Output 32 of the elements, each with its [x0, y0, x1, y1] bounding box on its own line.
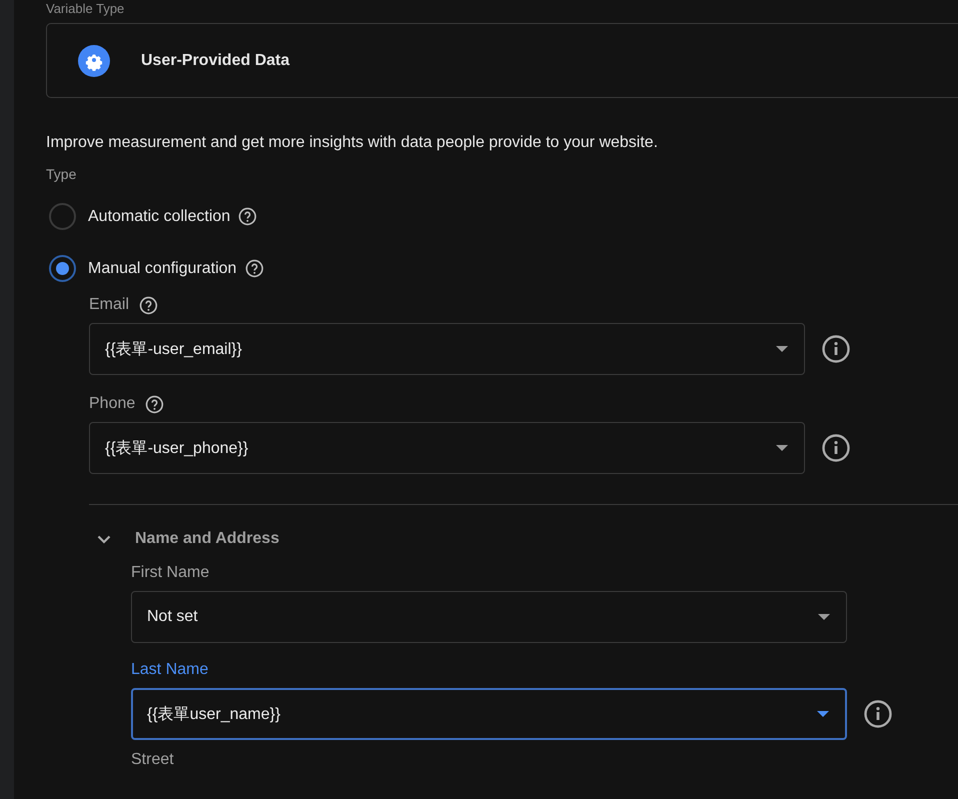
info-icon[interactable] [864, 700, 892, 728]
dropdown-field[interactable]: Not set [131, 591, 847, 643]
description: Improve measurement and get more insights with data people provide to your website. [46, 133, 659, 153]
help-icon[interactable] [238, 207, 258, 226]
dropdown-arrow-icon [817, 711, 829, 717]
radio-label[interactable]: Automatic collection [88, 208, 230, 226]
dropdown-field[interactable]: {{表單user_name}} [131, 688, 847, 740]
type-label: Type [46, 166, 78, 182]
radio-button[interactable] [49, 255, 76, 282]
dropdown-field[interactable]: {{表單-user_email}} [89, 323, 805, 375]
help-icon[interactable] [244, 259, 264, 278]
help-icon[interactable] [145, 394, 164, 414]
help-icon[interactable] [139, 296, 158, 314]
dropdown-arrow-icon [776, 445, 788, 451]
field-label: Phone [89, 394, 136, 414]
variable-type-name: User-Provided Data [141, 52, 290, 70]
section-label: Variable Type [46, 1, 126, 16]
chevron-icon[interactable] [97, 534, 111, 544]
dropdown-field[interactable]: {{表單-user_phone}} [89, 422, 805, 474]
field-label: Email [89, 295, 130, 315]
field-label: Last Name [131, 660, 208, 680]
info-icon[interactable] [822, 434, 850, 462]
radio-button[interactable] [49, 203, 76, 230]
group-title[interactable]: Name and Address [135, 530, 280, 548]
variable-type-card[interactable]: User-Provided Data [46, 23, 958, 98]
dropdown-arrow-icon [776, 346, 788, 352]
info-icon[interactable] [822, 335, 850, 363]
dropdown-arrow-icon [818, 614, 830, 620]
field-label: Street [131, 750, 175, 770]
gear-icon [78, 44, 110, 76]
radio-label[interactable]: Manual configuration [88, 260, 237, 278]
field-label: First Name [131, 563, 210, 583]
